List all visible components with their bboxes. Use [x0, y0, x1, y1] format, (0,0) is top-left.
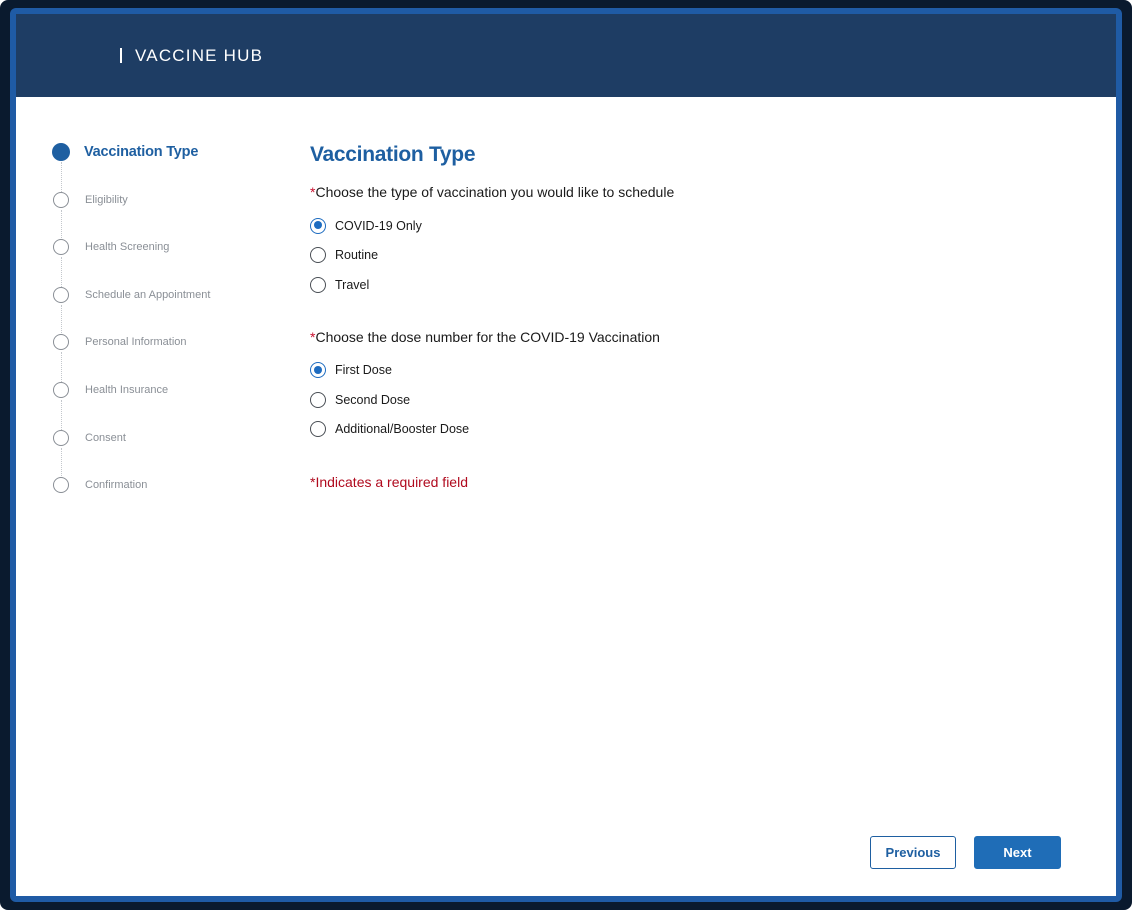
- step-vaccination-type[interactable]: Vaccination Type: [52, 143, 273, 192]
- step-pending-icon: [53, 381, 69, 398]
- option-additional-booster-dose[interactable]: Additional/Booster Dose: [310, 415, 1070, 445]
- radio-unselected-icon[interactable]: [310, 276, 326, 293]
- app-window: VACCINE HUB Vaccination Type Eligibility…: [10, 8, 1122, 902]
- step-label: Consent: [85, 431, 126, 444]
- step-personal-information[interactable]: Personal Information: [53, 334, 273, 383]
- step-pending-icon: [53, 191, 69, 208]
- radio-unselected-icon[interactable]: [310, 421, 326, 438]
- option-label[interactable]: Routine: [335, 248, 378, 262]
- step-current-icon: [52, 143, 70, 161]
- option-label[interactable]: Second Dose: [335, 393, 410, 407]
- progress-stepper: Vaccination Type Eligibility Health Scre…: [52, 143, 273, 525]
- step-pending-icon: [53, 286, 69, 303]
- brand-separator: [120, 48, 122, 63]
- radio-unselected-icon[interactable]: [310, 247, 326, 264]
- step-label: Health Screening: [85, 241, 170, 254]
- previous-button[interactable]: Previous: [870, 836, 956, 869]
- question-text: Choose the dose number for the COVID-19 …: [315, 328, 660, 345]
- option-travel[interactable]: Travel: [310, 270, 1070, 300]
- step-label: Personal Information: [85, 336, 187, 349]
- required-field-note: *Indicates a required field: [310, 474, 468, 490]
- step-label: Health Insurance: [85, 383, 169, 396]
- option-label[interactable]: Additional/Booster Dose: [335, 422, 469, 436]
- step-connector: [61, 399, 62, 430]
- question-text: Choose the type of vaccination you would…: [315, 184, 675, 200]
- brand: VACCINE HUB: [120, 14, 263, 97]
- step-label: Schedule an Appointment: [85, 288, 211, 301]
- brand-title: VACCINE HUB: [135, 45, 264, 65]
- option-first-dose[interactable]: First Dose: [310, 356, 1070, 386]
- dose-number-question: *Choose the dose number for the COVID-19…: [310, 328, 1070, 346]
- radio-selected-icon[interactable]: [310, 217, 326, 234]
- option-covid-19-only[interactable]: COVID-19 Only: [310, 211, 1070, 241]
- step-connector: [61, 162, 62, 192]
- radio-unselected-icon[interactable]: [310, 391, 326, 408]
- step-eligibility[interactable]: Eligibility: [53, 191, 273, 240]
- step-label: Confirmation: [85, 479, 148, 492]
- option-label[interactable]: COVID-19 Only: [335, 219, 422, 233]
- form-main: Vaccination Type *Choose the type of vac…: [310, 142, 1070, 490]
- top-header: VACCINE HUB: [16, 14, 1116, 97]
- option-second-dose[interactable]: Second Dose: [310, 385, 1070, 415]
- step-connector: [61, 447, 62, 478]
- step-pending-icon: [53, 239, 69, 256]
- vaccination-type-question: *Choose the type of vaccination you woul…: [310, 183, 1070, 201]
- step-pending-icon: [53, 477, 69, 494]
- step-health-insurance[interactable]: Health Insurance: [53, 381, 273, 430]
- app-content: VACCINE HUB Vaccination Type Eligibility…: [16, 14, 1116, 896]
- option-label[interactable]: First Dose: [335, 363, 392, 377]
- next-button[interactable]: Next: [974, 836, 1061, 869]
- step-connector: [61, 209, 62, 240]
- step-connector: [61, 352, 62, 383]
- option-routine[interactable]: Routine: [310, 241, 1070, 271]
- radio-selected-icon[interactable]: [310, 362, 326, 379]
- step-connector: [61, 257, 62, 288]
- step-consent[interactable]: Consent: [53, 429, 273, 478]
- step-pending-icon: [53, 334, 69, 351]
- page-title: Vaccination Type: [310, 143, 476, 166]
- step-schedule-appointment[interactable]: Schedule an Appointment: [53, 286, 273, 335]
- step-health-screening[interactable]: Health Screening: [53, 239, 273, 288]
- dose-number-options: First Dose Second Dose Additional/Booste…: [310, 356, 1070, 445]
- step-confirmation[interactable]: Confirmation: [53, 477, 273, 525]
- step-pending-icon: [53, 429, 69, 446]
- step-label: Eligibility: [85, 193, 128, 206]
- step-label: Vaccination Type: [84, 144, 199, 160]
- vaccination-type-options: COVID-19 Only Routine Travel: [310, 211, 1070, 300]
- option-label[interactable]: Travel: [335, 278, 369, 292]
- step-connector: [61, 304, 62, 335]
